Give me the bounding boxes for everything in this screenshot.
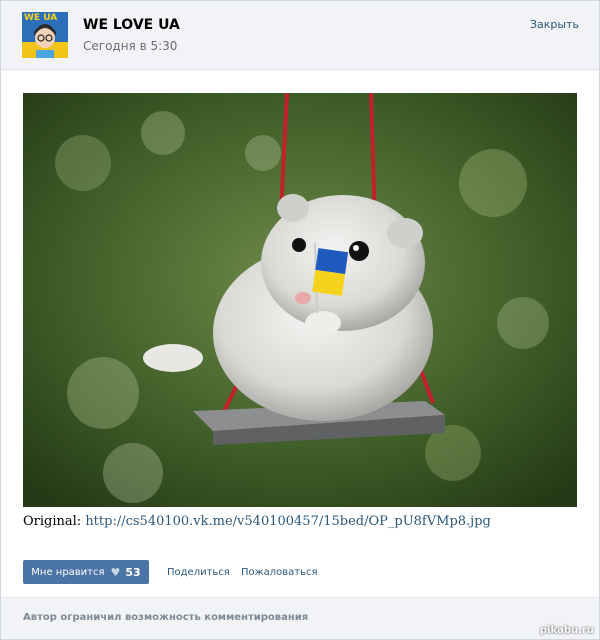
watermark: pikabu.ru <box>539 625 594 636</box>
group-avatar[interactable]: WE UA <box>22 12 68 58</box>
like-button[interactable]: Мне нравится ♥ 53 <box>23 560 149 584</box>
flag-blue <box>315 248 349 275</box>
flag-yellow <box>312 269 346 296</box>
share-link[interactable]: Поделиться <box>167 567 230 578</box>
like-count: 53 <box>125 565 141 579</box>
post-photo[interactable] <box>23 93 577 507</box>
group-name[interactable]: WE LOVE UA <box>83 17 180 33</box>
post-footer: Автор ограничил возможность комментирова… <box>1 597 599 639</box>
post-header: WE UA WE LOVE UA Сегодня в 5:30 Закрыть <box>1 1 599 70</box>
source-line: Original: http://cs540100.vk.me/v5401004… <box>23 514 491 529</box>
report-link[interactable]: Пожаловаться <box>241 567 318 578</box>
hamster-photo-image <box>23 93 577 507</box>
avatar-text: WE UA <box>24 13 58 23</box>
post-timestamp[interactable]: Сегодня в 5:30 <box>83 39 177 53</box>
post-card: WE UA WE LOVE UA Сегодня в 5:30 Закрыть <box>0 0 600 640</box>
source-label: Original: <box>23 514 82 529</box>
like-label: Мне нравится <box>31 566 105 578</box>
comments-disabled-notice: Автор ограничил возможность комментирова… <box>23 612 309 623</box>
close-link[interactable]: Закрыть <box>530 18 579 31</box>
source-link[interactable]: http://cs540100.vk.me/v540100457/15bed/O… <box>85 514 491 529</box>
heart-icon: ♥ <box>110 565 121 579</box>
